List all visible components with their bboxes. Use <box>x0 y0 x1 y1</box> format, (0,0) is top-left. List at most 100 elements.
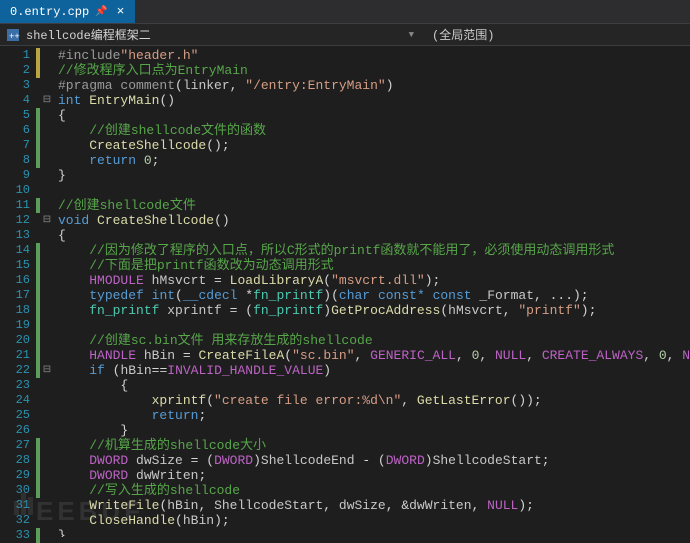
fold-toggle <box>40 198 54 213</box>
line-number: 10 <box>2 183 30 198</box>
fold-toggle <box>40 153 54 168</box>
code-line[interactable]: //机算生成的shellcode大小 <box>58 438 690 453</box>
code-line[interactable]: return; <box>58 408 690 423</box>
code-line[interactable] <box>58 318 690 333</box>
line-number: 23 <box>2 378 30 393</box>
file-tab[interactable]: 0.entry.cpp 📌 × <box>0 0 135 23</box>
fold-toggle <box>40 393 54 408</box>
code-line[interactable]: } <box>58 528 690 537</box>
code-line[interactable]: //修改程序入口点为EntryMain <box>58 63 690 78</box>
code-line[interactable]: //写入生成的shellcode <box>58 483 690 498</box>
tab-filename: 0.entry.cpp <box>10 5 89 19</box>
line-number-gutter: 1234567891011121314151617181920212223242… <box>0 46 36 537</box>
line-number: 19 <box>2 318 30 333</box>
fold-toggle <box>40 498 54 513</box>
fold-toggle <box>40 48 54 63</box>
fold-toggle <box>40 318 54 333</box>
line-number: 5 <box>2 108 30 123</box>
code-line[interactable]: DWORD dwWriten; <box>58 468 690 483</box>
code-line[interactable]: if (hBin==INVALID_HANDLE_VALUE) <box>58 363 690 378</box>
nav-unit-dropdown[interactable]: ++ shellcode编程框架二 ▼ <box>0 26 420 43</box>
line-number: 29 <box>2 468 30 483</box>
code-line[interactable]: CreateShellcode(); <box>58 138 690 153</box>
fold-toggle <box>40 378 54 393</box>
fold-toggle <box>40 183 54 198</box>
code-line[interactable]: HANDLE hBin = CreateFileA("sc.bin", GENE… <box>58 348 690 363</box>
chevron-down-icon: ▼ <box>409 30 414 40</box>
fold-toggle <box>40 528 54 543</box>
cpp-file-icon: ++ <box>6 28 20 42</box>
line-number: 15 <box>2 258 30 273</box>
fold-toggle <box>40 108 54 123</box>
code-line[interactable]: HMODULE hMsvcrt = LoadLibraryA("msvcrt.d… <box>58 273 690 288</box>
code-line[interactable]: } <box>58 423 690 438</box>
code-line[interactable]: int EntryMain() <box>58 93 690 108</box>
fold-toggle <box>40 438 54 453</box>
fold-toggle <box>40 78 54 93</box>
code-line[interactable]: CloseHandle(hBin); <box>58 513 690 528</box>
fold-toggle <box>40 423 54 438</box>
fold-toggle <box>40 483 54 498</box>
fold-toggle <box>40 408 54 423</box>
fold-toggle <box>40 138 54 153</box>
fold-toggle[interactable]: ⊟ <box>40 93 54 108</box>
code-line[interactable]: #include"header.h" <box>58 48 690 63</box>
fold-toggle <box>40 303 54 318</box>
code-line[interactable]: typedef int(__cdecl *fn_printf)(char con… <box>58 288 690 303</box>
line-number: 18 <box>2 303 30 318</box>
fold-toggle <box>40 333 54 348</box>
pin-icon[interactable]: 📌 <box>95 6 107 18</box>
line-number: 13 <box>2 228 30 243</box>
code-line[interactable]: void CreateShellcode() <box>58 213 690 228</box>
code-line[interactable]: { <box>58 378 690 393</box>
line-number: 16 <box>2 273 30 288</box>
code-line[interactable]: //因为修改了程序的入口点，所以C形式的printf函数就不能用了，必须使用动态… <box>58 243 690 258</box>
line-number: 28 <box>2 453 30 468</box>
code-line[interactable]: //创建shellcode文件的函数 <box>58 123 690 138</box>
code-area[interactable]: #include"header.h"//修改程序入口点为EntryMain#pr… <box>54 46 690 537</box>
line-number: 12 <box>2 213 30 228</box>
line-number: 11 <box>2 198 30 213</box>
code-line[interactable]: xprintf("create file error:%d\n", GetLas… <box>58 393 690 408</box>
fold-toggle[interactable]: ⊟ <box>40 213 54 228</box>
fold-toggle <box>40 453 54 468</box>
code-line[interactable] <box>58 183 690 198</box>
line-number: 8 <box>2 153 30 168</box>
close-icon[interactable]: × <box>114 4 128 19</box>
fold-toggle <box>40 258 54 273</box>
fold-toggle <box>40 63 54 78</box>
line-number: 26 <box>2 423 30 438</box>
code-line[interactable]: WriteFile(hBin, ShellcodeStart, dwSize, … <box>58 498 690 513</box>
tab-bar: 0.entry.cpp 📌 × <box>0 0 690 24</box>
line-number: 24 <box>2 393 30 408</box>
code-line[interactable]: //创建shellcode文件 <box>58 198 690 213</box>
line-number: 27 <box>2 438 30 453</box>
fold-toggle <box>40 468 54 483</box>
code-line[interactable]: { <box>58 108 690 123</box>
code-line[interactable]: return 0; <box>58 153 690 168</box>
line-number: 4 <box>2 93 30 108</box>
nav-unit-label: shellcode编程框架二 <box>26 26 151 43</box>
line-number: 30 <box>2 483 30 498</box>
code-line[interactable]: //下面是把printf函数改为动态调用形式 <box>58 258 690 273</box>
nav-scope-dropdown[interactable]: (全局范围) <box>420 26 506 43</box>
line-number: 33 <box>2 528 30 543</box>
svg-text:++: ++ <box>9 32 20 42</box>
code-line[interactable]: #pragma comment(linker, "/entry:EntryMai… <box>58 78 690 93</box>
code-line[interactable]: fn_printf xprintf = (fn_printf)GetProcAd… <box>58 303 690 318</box>
code-line[interactable]: //创建sc.bin文件 用来存放生成的shellcode <box>58 333 690 348</box>
code-editor[interactable]: 1234567891011121314151617181920212223242… <box>0 46 690 537</box>
line-number: 20 <box>2 333 30 348</box>
fold-toggle[interactable]: ⊟ <box>40 363 54 378</box>
line-number: 2 <box>2 63 30 78</box>
line-number: 1 <box>2 48 30 63</box>
line-number: 32 <box>2 513 30 528</box>
fold-toggle <box>40 228 54 243</box>
fold-toggle <box>40 513 54 528</box>
line-number: 14 <box>2 243 30 258</box>
code-line[interactable]: } <box>58 168 690 183</box>
code-line[interactable]: { <box>58 228 690 243</box>
code-line[interactable]: DWORD dwSize = (DWORD)ShellcodeEnd - (DW… <box>58 453 690 468</box>
line-number: 31 <box>2 498 30 513</box>
fold-toggle <box>40 168 54 183</box>
